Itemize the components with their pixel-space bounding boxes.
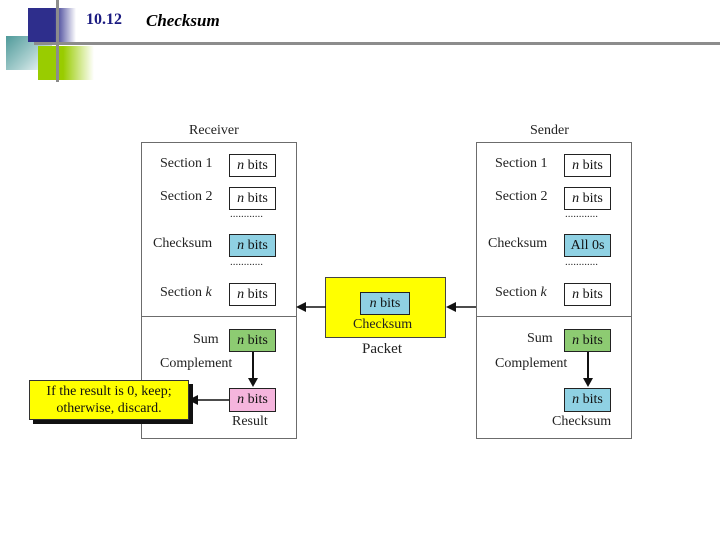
result-to-note-arrow: [188, 395, 229, 405]
sender-ellipsis: ............: [565, 208, 598, 220]
packet-label: Packet: [362, 341, 402, 357]
sender-row-label: Checksum: [488, 236, 548, 251]
receiver-section1-box: n bits: [229, 154, 276, 177]
slide-title: Checksum: [146, 11, 220, 30]
receiver-ellipsis: ............: [230, 256, 263, 268]
decor-green-square: [38, 46, 94, 80]
receiver-down-arrow: [248, 352, 258, 387]
receiver-sum-label: Sum: [193, 332, 219, 347]
packet-checksum-label: Checksum: [353, 317, 413, 332]
sender-row-label: Section 1: [495, 156, 548, 171]
packet-checksum-box: n bits: [360, 292, 410, 315]
receiver-complement-label: Complement: [160, 356, 233, 371]
receiver-row-label: Section 2: [160, 189, 213, 204]
packet-to-receiver-arrow: [296, 302, 326, 312]
sender-title: Sender: [530, 123, 569, 138]
sender-checksum-zero-box: All 0s: [564, 234, 611, 257]
sender-checksum-label: Checksum: [552, 414, 612, 429]
note-line: otherwise, discard.: [56, 401, 162, 416]
sender-sectionk-box: n bits: [564, 283, 611, 306]
receiver-ellipsis: ............: [230, 208, 263, 220]
sender-ellipsis: ............: [565, 256, 598, 268]
decor-blue-square: [28, 8, 76, 42]
sender-down-arrow: [583, 352, 593, 387]
sender-to-packet-arrow: [446, 302, 477, 312]
sender-checksum-result-box: n bits: [564, 388, 611, 412]
receiver-sectionk-box: n bits: [229, 283, 276, 306]
receiver-row-label: Section k: [160, 285, 212, 300]
sender-row-label: Section k: [495, 285, 547, 300]
slide-number: 10.12: [86, 11, 122, 28]
decor-horizontal-line: [34, 42, 720, 45]
receiver-sum-box: n bits: [229, 329, 276, 352]
receiver-row-label: Section 1: [160, 156, 213, 171]
sender-section1-box: n bits: [564, 154, 611, 177]
decision-note: If the result is 0, keep; otherwise, dis…: [29, 380, 189, 420]
sender-divider: [476, 316, 631, 317]
receiver-result-label: Result: [232, 414, 268, 429]
receiver-section2-box: n bits: [229, 187, 276, 210]
receiver-divider: [141, 316, 296, 317]
sender-sum-box: n bits: [564, 329, 611, 352]
decor-vertical-line: [56, 0, 59, 82]
receiver-result-box: n bits: [229, 388, 276, 412]
receiver-checksum-box: n bits: [229, 234, 276, 257]
sender-row-label: Section 2: [495, 189, 548, 204]
note-line: If the result is 0, keep;: [46, 384, 172, 399]
sender-complement-label: Complement: [495, 356, 568, 371]
sender-section2-box: n bits: [564, 187, 611, 210]
receiver-title: Receiver: [189, 123, 239, 138]
receiver-row-label: Checksum: [153, 236, 213, 251]
sender-sum-label: Sum: [527, 331, 553, 346]
